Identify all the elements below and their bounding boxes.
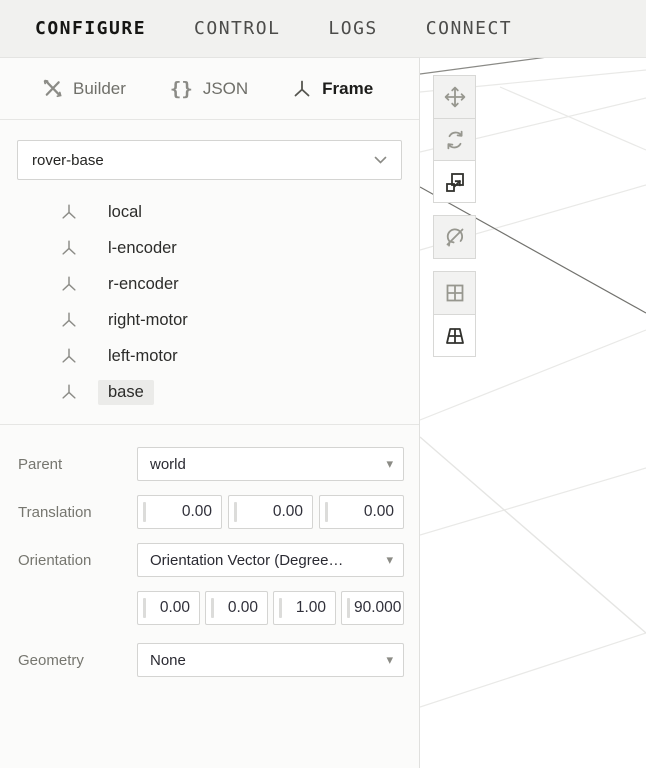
orientation-theta-value: 90.000 (354, 592, 394, 624)
translation-y-value: 0.00 (241, 496, 303, 528)
tab-connect[interactable]: CONNECT (426, 18, 512, 39)
parent-label: Parent (18, 456, 137, 473)
orientation-label: Orientation (18, 552, 137, 569)
tree-item-label: left-motor (98, 344, 188, 369)
tree-item-label: r-encoder (98, 272, 189, 297)
move-icon (443, 85, 467, 109)
frame-form: Parent world ▾ Translation 0.00 0.00 0.0… (0, 425, 419, 691)
orientation-z-value: 1.00 (286, 592, 326, 624)
workspace: Builder {} JSON Frame rover-base (0, 58, 646, 768)
tree-item-label: l-encoder (98, 236, 187, 261)
caret-down-icon: ▾ (386, 456, 393, 472)
tree-item-l-encoder[interactable]: l-encoder (60, 230, 419, 266)
tab-frame-label: Frame (322, 79, 373, 99)
translation-row: Translation 0.00 0.00 0.00 (18, 495, 404, 529)
frame-axes-icon (60, 347, 78, 365)
caret-down-icon: ▾ (386, 552, 393, 568)
geometry-select[interactable]: None ▾ (137, 643, 404, 677)
frame-axes-icon (60, 383, 78, 401)
component-select[interactable]: rover-base (17, 140, 402, 180)
viewport-toolbar (433, 75, 476, 369)
translation-x-value: 0.00 (150, 496, 212, 528)
tab-configure[interactable]: CONFIGURE (35, 18, 146, 39)
frame-axes-icon (60, 275, 78, 293)
caret-down-icon: ▾ (386, 652, 393, 668)
tab-builder[interactable]: Builder (42, 78, 126, 99)
tab-control[interactable]: CONTROL (194, 18, 280, 39)
tab-logs[interactable]: LOGS (328, 18, 377, 39)
parent-select[interactable]: world ▾ (137, 447, 404, 481)
tree-item-label: base (98, 380, 154, 405)
grid-group (433, 271, 476, 357)
translate-tool-button[interactable] (434, 76, 475, 118)
orientation-type-value: Orientation Vector (Degree… (150, 552, 343, 569)
tree-item-right-motor[interactable]: right-motor (60, 302, 419, 338)
tree-item-label: right-motor (98, 308, 198, 333)
frame-axes-icon (60, 203, 78, 221)
top-nav: CONFIGURE CONTROL LOGS CONNECT (0, 0, 646, 58)
transform-tool-group (433, 75, 476, 203)
braces-icon: {} (170, 78, 193, 100)
rotate-icon (443, 128, 467, 152)
tab-json[interactable]: {} JSON (170, 78, 248, 100)
translation-z-input[interactable]: 0.00 (319, 495, 404, 529)
orientation-type-select[interactable]: Orientation Vector (Degree… ▾ (137, 543, 404, 577)
translation-z-value: 0.00 (332, 496, 394, 528)
orientation-values-row: 0.00 0.00 1.00 90.000 (18, 591, 404, 625)
parent-select-value: world (150, 456, 186, 473)
orientation-x-value: 0.00 (150, 592, 190, 624)
parent-row: Parent world ▾ (18, 447, 404, 481)
translation-y-input[interactable]: 0.00 (228, 495, 313, 529)
orientation-type-row: Orientation Orientation Vector (Degree… … (18, 543, 404, 577)
orientation-x-input[interactable]: 0.00 (137, 591, 200, 625)
geometry-label: Geometry (18, 652, 137, 669)
orientation-theta-input[interactable]: 90.000 (341, 591, 404, 625)
component-select-value: rover-base (32, 152, 104, 169)
snap-group (433, 215, 476, 259)
grid-toggle-button[interactable] (434, 272, 475, 314)
orientation-z-input[interactable]: 1.00 (273, 591, 336, 625)
translation-label: Translation (18, 504, 137, 521)
tools-icon (42, 78, 63, 99)
tree-item-label: local (98, 200, 152, 225)
frame-axes-icon (292, 79, 312, 99)
rotate-disabled-icon (443, 225, 467, 249)
geometry-select-value: None (150, 652, 186, 669)
scale-icon (443, 170, 467, 194)
orientation-y-value: 0.00 (218, 592, 258, 624)
rotation-snap-toggle-button[interactable] (434, 216, 475, 258)
tree-item-base[interactable]: base (60, 374, 419, 410)
geometry-row: Geometry None ▾ (18, 643, 404, 677)
frame-config-panel: Builder {} JSON Frame rover-base (0, 58, 420, 768)
tree-item-left-motor[interactable]: left-motor (60, 338, 419, 374)
translation-x-input[interactable]: 0.00 (137, 495, 222, 529)
tab-builder-label: Builder (73, 79, 126, 99)
tree-item-local[interactable]: local (60, 194, 419, 230)
chevron-down-icon (374, 151, 387, 169)
frame-tree: local l-encoder r-encoder right-motor le… (0, 194, 419, 410)
orientation-y-input[interactable]: 0.00 (205, 591, 268, 625)
rotate-tool-button[interactable] (434, 118, 475, 160)
3d-viewport[interactable] (420, 58, 646, 768)
scale-tool-button[interactable] (434, 160, 475, 202)
tab-frame[interactable]: Frame (292, 79, 373, 99)
perspective-grid-icon (443, 324, 467, 348)
grid-icon (443, 281, 467, 305)
tab-json-label: JSON (203, 79, 248, 99)
perspective-grid-button[interactable] (434, 314, 475, 356)
frame-axes-icon (60, 311, 78, 329)
tree-item-r-encoder[interactable]: r-encoder (60, 266, 419, 302)
frame-axes-icon (60, 239, 78, 257)
config-mode-tabs: Builder {} JSON Frame (0, 58, 419, 120)
